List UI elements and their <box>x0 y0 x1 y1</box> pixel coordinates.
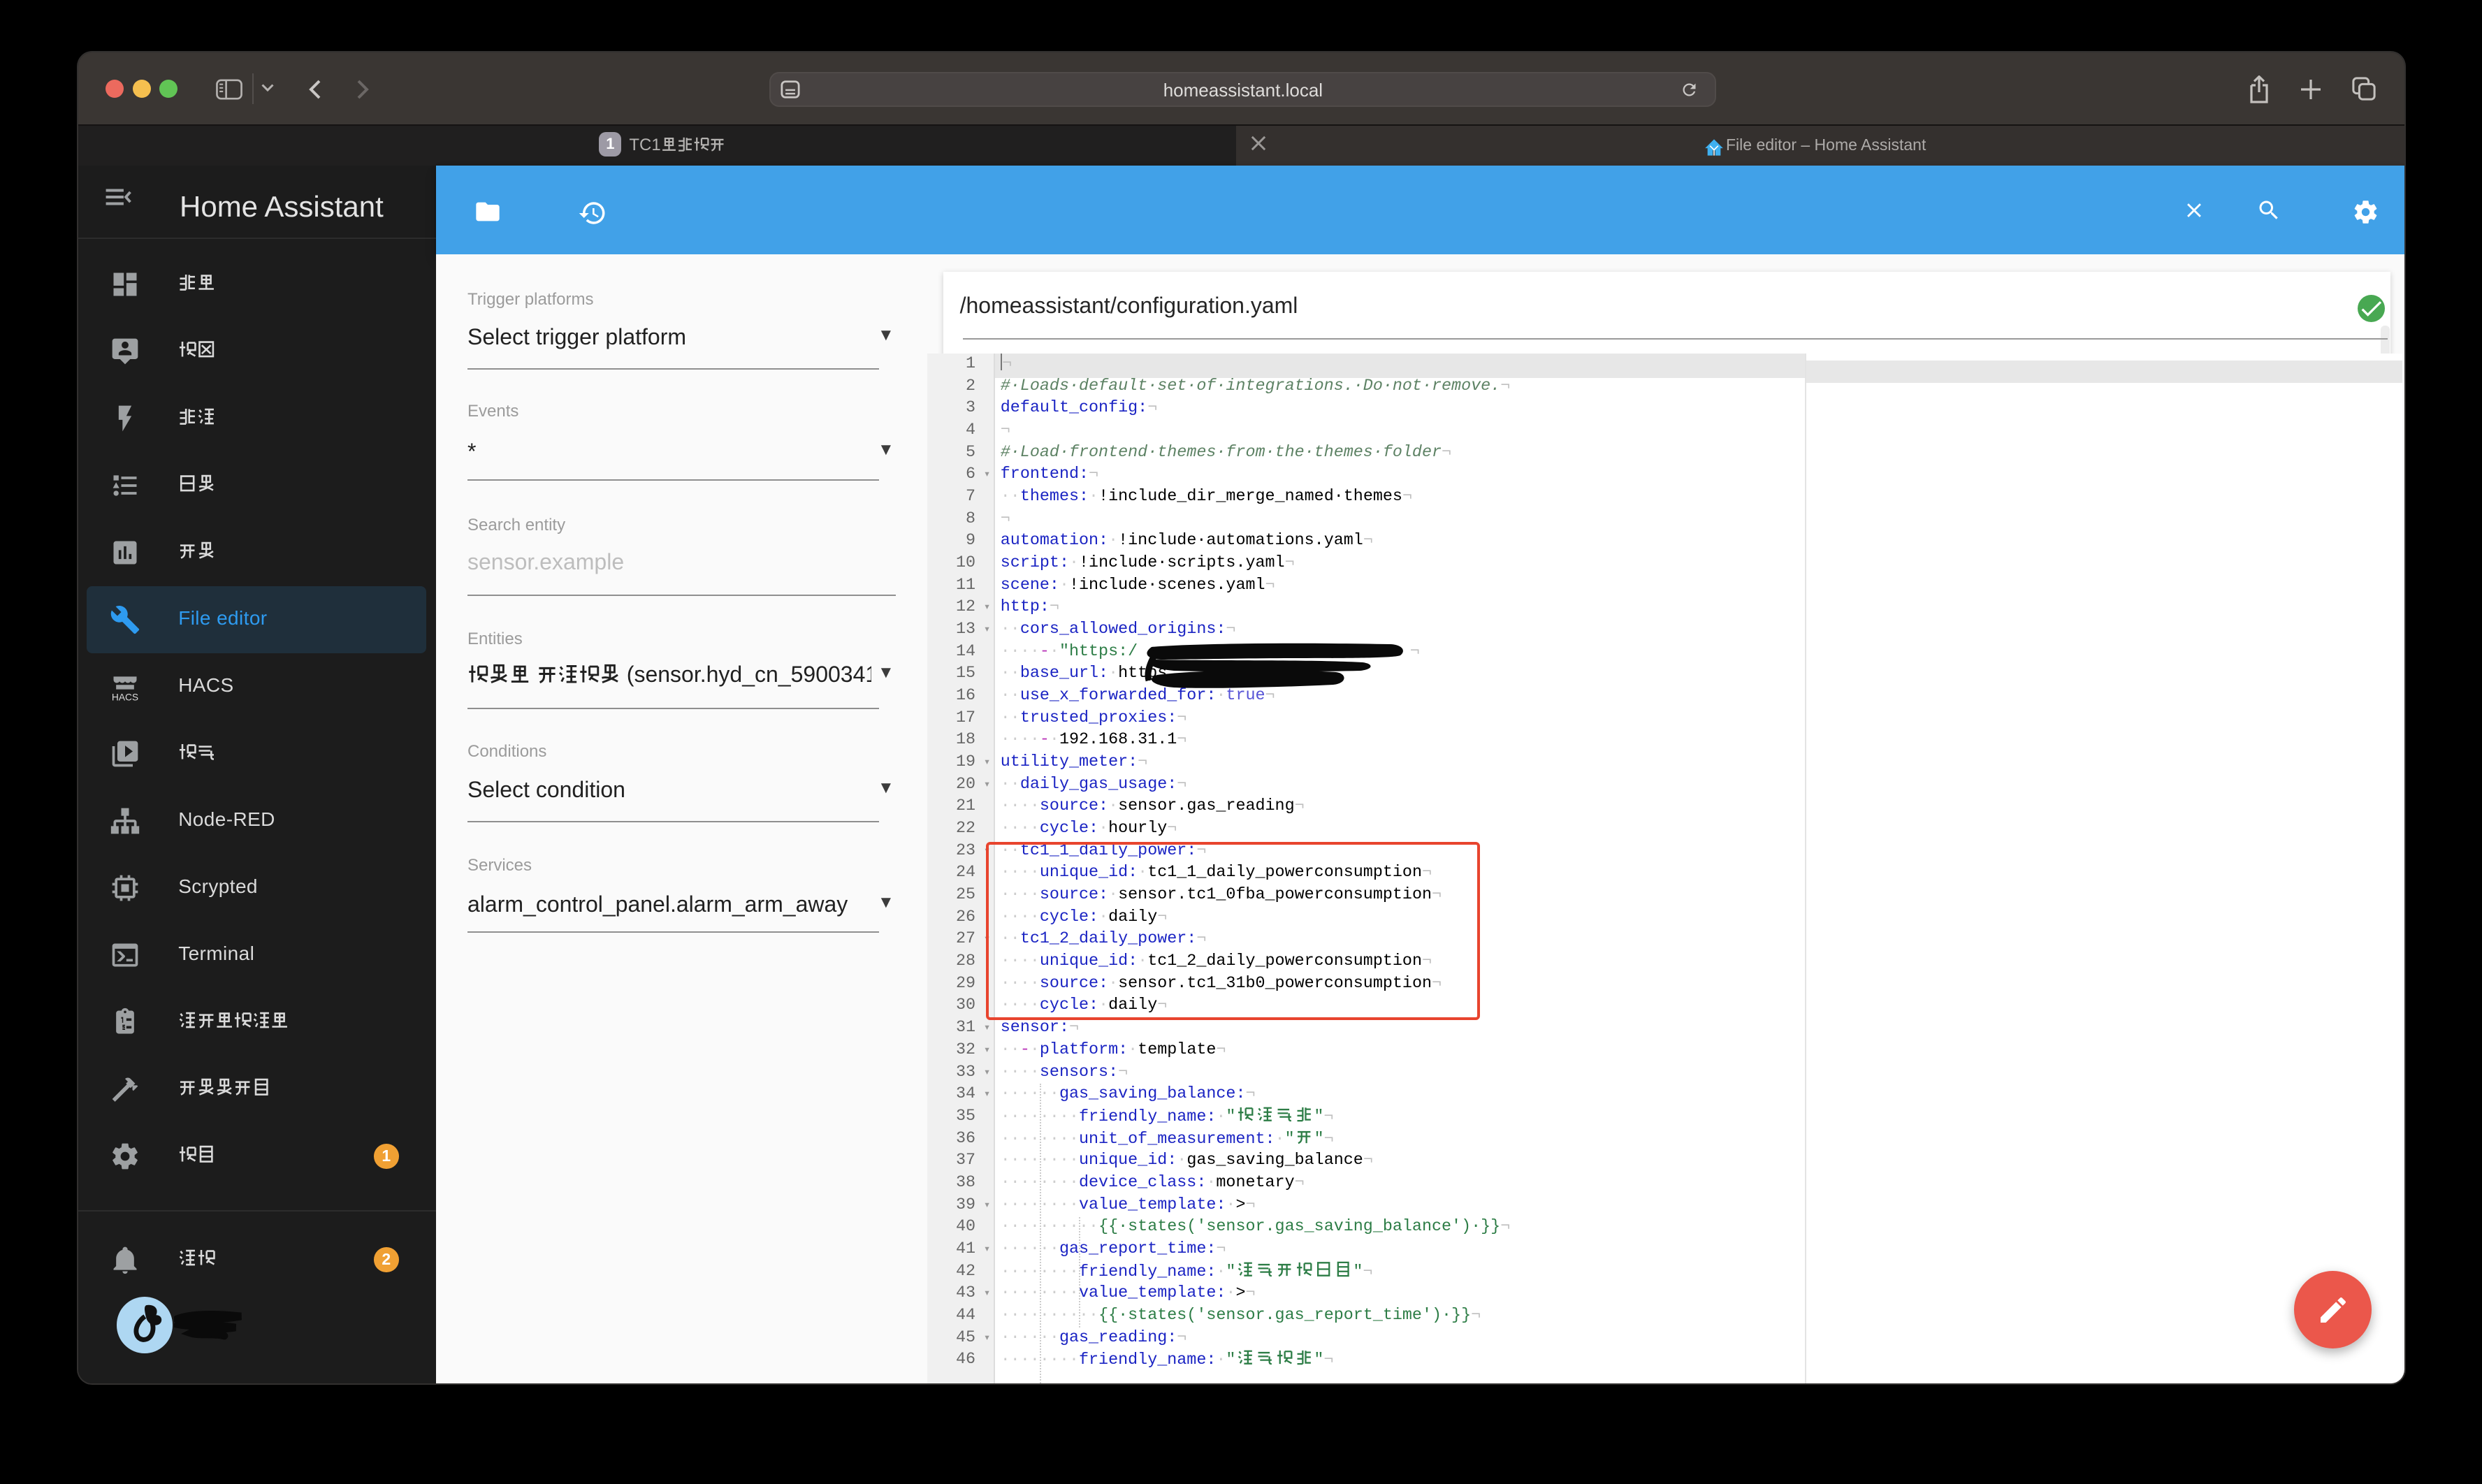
svg-text:HACS: HACS <box>112 692 138 702</box>
